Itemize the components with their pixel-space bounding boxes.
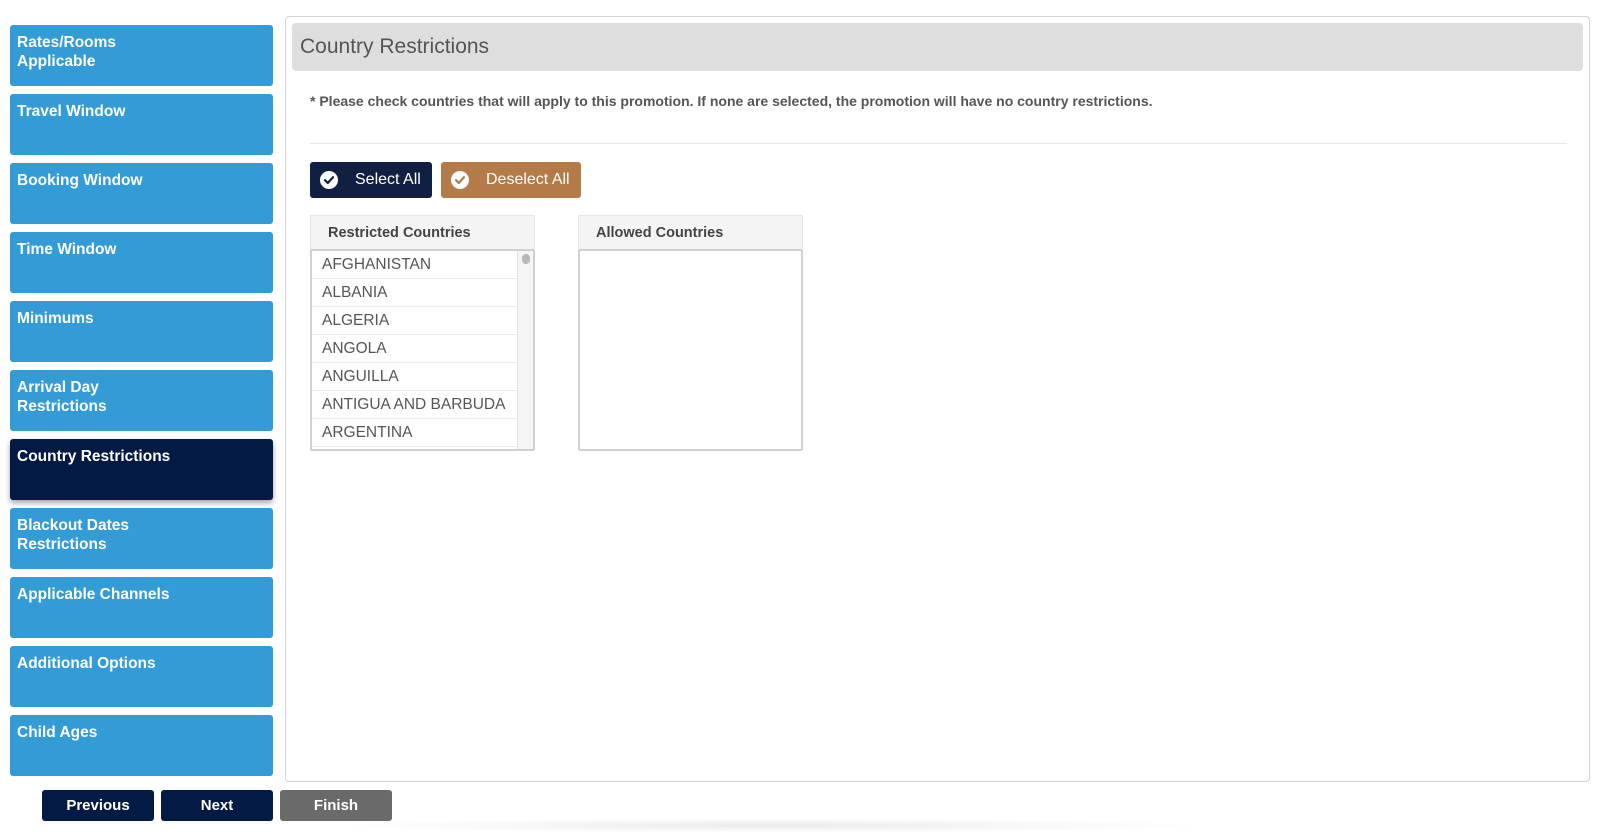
- sidebar-item-minimums[interactable]: Minimums: [10, 301, 273, 362]
- sidebar-item-child-ages[interactable]: Child Ages: [10, 715, 273, 776]
- check-circle-icon: [451, 171, 469, 189]
- list-item[interactable]: ANGOLA: [312, 335, 518, 363]
- sidebar-item-label: Minimums: [17, 310, 94, 327]
- page-title: Country Restrictions: [300, 35, 490, 58]
- sidebar-item-time-window[interactable]: Time Window: [10, 232, 273, 293]
- sidebar-item-travel-window[interactable]: Travel Window: [10, 94, 273, 155]
- sidebar-item-arrival-day-restrictions[interactable]: Arrival Day Restrictions: [10, 370, 273, 431]
- country-restrictions-panel: Country Restrictions * Please check coun…: [285, 16, 1590, 782]
- instruction-note: * Please check countries that will apply…: [310, 93, 1153, 109]
- wizard-footer: Previous Next Finish: [42, 790, 392, 821]
- sidebar-item-label: Applicable Channels: [17, 586, 170, 603]
- restricted-countries-header: Restricted Countries: [310, 215, 535, 249]
- sidebar-item-label: Booking Window: [17, 172, 143, 189]
- sidebar-item-booking-window[interactable]: Booking Window: [10, 163, 273, 224]
- sidebar-item-blackout-dates-restrictions[interactable]: Blackout Dates Restrictions: [10, 508, 273, 569]
- sidebar-item-label: Rates/Rooms Applicable: [17, 34, 117, 70]
- deselect-all-button[interactable]: Deselect All: [441, 162, 581, 198]
- scrollbar-thumb[interactable]: [522, 254, 530, 264]
- sidebar-item-label: Arrival Day Restrictions: [17, 379, 107, 415]
- check-circle-icon: [320, 171, 338, 189]
- list-item[interactable]: ARGENTINA: [312, 419, 518, 447]
- sidebar-item-label: Additional Options: [17, 655, 156, 672]
- sidebar-item-label: Time Window: [17, 241, 117, 258]
- restricted-countries-box: Restricted Countries AFGHANISTAN ALBANIA…: [310, 215, 535, 451]
- list-item[interactable]: ALBANIA: [312, 279, 518, 307]
- sidebar-item-label: Country Restrictions: [17, 448, 171, 465]
- divider: [310, 143, 1567, 144]
- deselect-all-label: Deselect All: [486, 171, 570, 188]
- select-all-button[interactable]: Select All: [310, 162, 432, 198]
- bottom-shadow: [330, 818, 1210, 833]
- allowed-countries-box: Allowed Countries: [578, 215, 803, 451]
- selection-buttons: Select All Deselect All: [310, 162, 581, 198]
- allowed-countries-header: Allowed Countries: [578, 215, 803, 249]
- sidebar-item-label: Child Ages: [17, 724, 98, 741]
- restricted-countries-list[interactable]: AFGHANISTAN ALBANIA ALGERIA ANGOLA ANGUI…: [310, 249, 535, 451]
- sidebar-item-label: Travel Window: [17, 103, 126, 120]
- allowed-countries-list[interactable]: [578, 249, 803, 451]
- previous-button[interactable]: Previous: [42, 790, 154, 821]
- panel-header: Country Restrictions: [292, 23, 1583, 71]
- sidebar-item-label: Blackout Dates Restrictions: [17, 517, 129, 553]
- sidebar-item-rates-rooms-applicable[interactable]: Rates/Rooms Applicable: [10, 25, 273, 86]
- select-all-label: Select All: [355, 171, 421, 188]
- sidebar-item-additional-options[interactable]: Additional Options: [10, 646, 273, 707]
- list-item[interactable]: ALGERIA: [312, 307, 518, 335]
- list-item[interactable]: ANTIGUA AND BARBUDA: [312, 391, 518, 419]
- scrollbar[interactable]: [517, 251, 533, 449]
- list-item[interactable]: AFGHANISTAN: [312, 251, 518, 279]
- sidebar-item-applicable-channels[interactable]: Applicable Channels: [10, 577, 273, 638]
- list-item[interactable]: ANGUILLA: [312, 363, 518, 391]
- sidebar-item-country-restrictions[interactable]: Country Restrictions: [10, 439, 273, 500]
- wizard-sidebar: Rates/Rooms Applicable Travel Window Boo…: [10, 25, 273, 784]
- next-button[interactable]: Next: [161, 790, 273, 821]
- finish-button[interactable]: Finish: [280, 790, 392, 821]
